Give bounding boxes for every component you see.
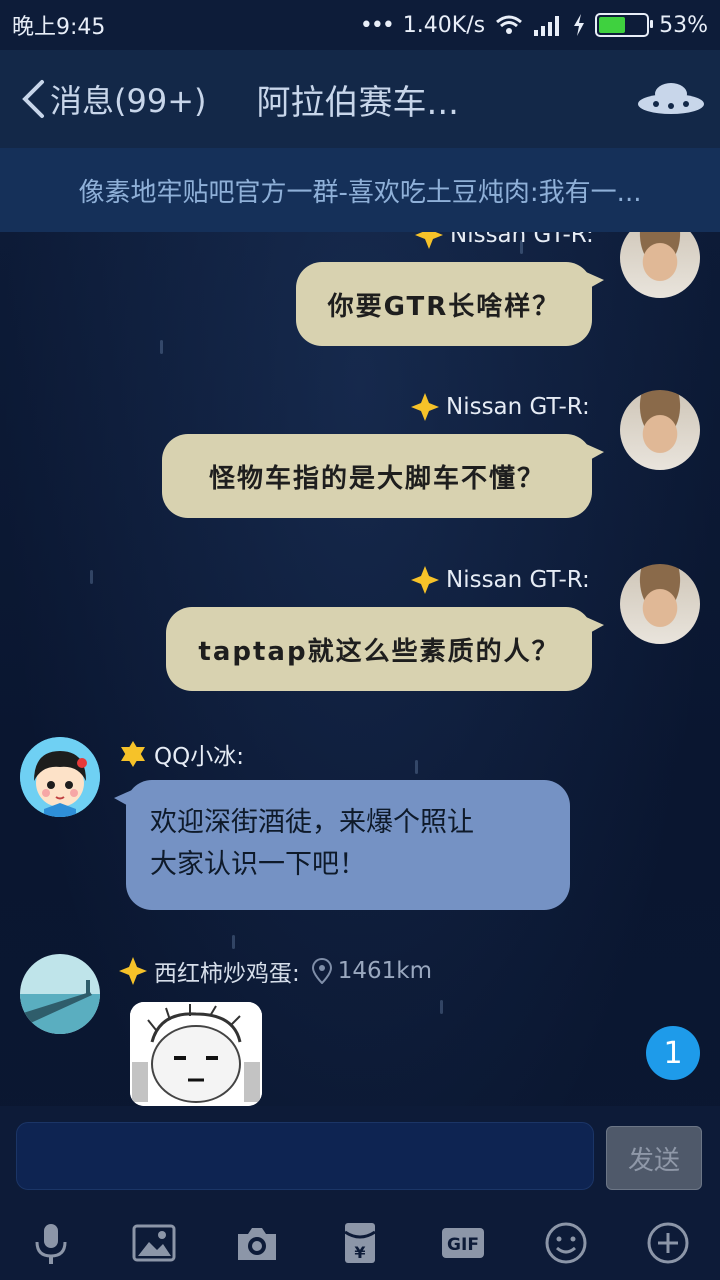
camera-icon[interactable] bbox=[234, 1220, 280, 1266]
sender-name: Nissan GT-R: bbox=[414, 232, 594, 250]
avatar[interactable] bbox=[620, 232, 700, 298]
signal-icon bbox=[534, 16, 560, 36]
sparkle-icon bbox=[411, 566, 439, 594]
gif-icon[interactable]: GIF bbox=[440, 1220, 486, 1266]
hexagram-badge-icon bbox=[121, 741, 145, 767]
battery-fill bbox=[599, 17, 626, 33]
sparkle-icon bbox=[119, 957, 147, 985]
message-bubble[interactable]: taptap就这么些素质的人？ bbox=[166, 607, 604, 691]
distance-label: 1461km bbox=[337, 958, 433, 984]
page-title: 阿拉伯赛车... bbox=[256, 82, 459, 123]
status-time: 晚上9:45 bbox=[12, 15, 106, 40]
sender-name: 西红柿炒鸡蛋: 1461km bbox=[118, 954, 432, 988]
notice-text: 像素地牢贴吧官方一群-喜欢吃土豆炖肉:我有一... bbox=[78, 177, 642, 208]
location-pin-icon bbox=[311, 958, 332, 984]
network-speed: 1.40K/s bbox=[402, 12, 486, 38]
title-bar: 消息(99+) 阿拉伯赛车... bbox=[0, 50, 720, 148]
back-label: 消息(99+) bbox=[50, 82, 207, 120]
wifi-icon bbox=[496, 15, 523, 34]
send-button[interactable]: 发送 bbox=[606, 1126, 702, 1190]
red-packet-icon[interactable]: ¥ bbox=[337, 1220, 383, 1266]
back-button[interactable]: 消息(99+) bbox=[20, 76, 207, 122]
sender-name: Nissan GT-R: bbox=[410, 565, 590, 595]
sparkle-icon bbox=[415, 232, 443, 249]
input-toolbar: ¥ GIF bbox=[0, 1206, 720, 1280]
avatar[interactable] bbox=[20, 737, 100, 817]
message-bubble[interactable]: 你要GTR长啥样？ bbox=[296, 262, 604, 346]
message-bubble[interactable]: 怪物车指的是大脚车不懂？ bbox=[162, 434, 604, 518]
charging-icon bbox=[574, 14, 585, 36]
plus-icon[interactable] bbox=[645, 1220, 691, 1266]
microphone-icon[interactable] bbox=[28, 1220, 74, 1266]
sender-name: QQ小冰: bbox=[118, 737, 244, 771]
avatar[interactable] bbox=[620, 390, 700, 470]
new-message-badge[interactable]: 1 bbox=[646, 1026, 700, 1080]
svg-text:GIF: GIF bbox=[447, 1235, 479, 1255]
avatar[interactable] bbox=[20, 954, 100, 1034]
sticker-image[interactable] bbox=[130, 1002, 262, 1106]
battery-percent: 53% bbox=[659, 12, 708, 38]
image-icon[interactable] bbox=[131, 1220, 177, 1266]
group-notice-banner[interactable]: 像素地牢贴吧官方一群-喜欢吃土豆炖肉:我有一... bbox=[0, 148, 720, 232]
message-list[interactable]: Nissan GT-R: 你要GTR长啥样？ Nissan GT-R: 怪物车指… bbox=[0, 232, 720, 1106]
more-dots-icon: ••• bbox=[359, 12, 395, 38]
input-bar: 发送 bbox=[0, 1106, 720, 1206]
svg-text:¥: ¥ bbox=[354, 1243, 365, 1262]
status-bar: 晚上9:45 ••• 1.40K/s 53% bbox=[0, 0, 720, 50]
sender-name: Nissan GT-R: bbox=[410, 392, 590, 422]
message-bubble[interactable]: 欢迎深街酒徒，来爆个照让 大家认识一下吧！ bbox=[114, 780, 570, 910]
message-input[interactable] bbox=[16, 1122, 594, 1190]
emoji-icon[interactable] bbox=[543, 1220, 589, 1266]
pier-landscape-avatar bbox=[20, 954, 100, 1034]
meme-face-sticker bbox=[130, 1002, 262, 1106]
cartoon-girl-avatar bbox=[20, 737, 100, 817]
sparkle-icon bbox=[411, 393, 439, 421]
avatar[interactable] bbox=[620, 564, 700, 644]
group-info-icon[interactable] bbox=[636, 80, 706, 120]
battery-icon bbox=[595, 13, 654, 37]
chevron-left-icon bbox=[22, 80, 44, 118]
